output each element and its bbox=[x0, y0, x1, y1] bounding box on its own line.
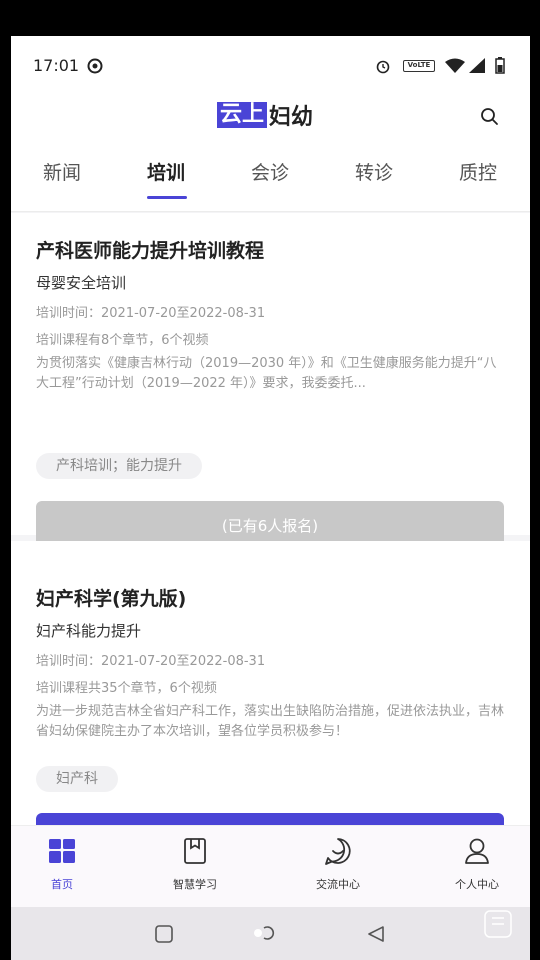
logo-part1: 云上 bbox=[217, 102, 268, 128]
app-screen: 17:01 VoLTE 云上 妇幼 新闻 培训 会诊 转诊 质控 产科医师能力提… bbox=[11, 36, 530, 960]
course-tag: 产科培训；能力提升 bbox=[36, 453, 202, 479]
nav-profile-label: 个人中心 bbox=[455, 878, 499, 891]
chat-icon bbox=[325, 838, 351, 865]
app-header: 云上 妇幼 bbox=[11, 96, 530, 148]
app-logo: 云上 妇幼 bbox=[217, 102, 314, 130]
nav-communication[interactable]: 交流中心 bbox=[293, 836, 383, 892]
course-card[interactable]: 产科医师能力提升培训教程 母婴安全培训 培训时间：2021-07-20至2022… bbox=[11, 213, 530, 551]
course-description: 为进一步规范吉林全省妇产科工作，落实出生缺陷防治措施，促进依法执业，吉林省妇幼保… bbox=[36, 704, 505, 739]
tab-news[interactable]: 新闻 bbox=[32, 158, 92, 185]
home-gesture-icon[interactable] bbox=[249, 922, 283, 944]
nav-smart-learning[interactable]: 智慧学习 bbox=[150, 836, 240, 892]
nav-smart-learning-label: 智慧学习 bbox=[173, 878, 217, 891]
search-icon bbox=[481, 108, 498, 125]
tab-training[interactable]: 培训 bbox=[136, 158, 196, 185]
nav-home-label: 首页 bbox=[51, 878, 73, 891]
home-grid-icon bbox=[49, 839, 75, 863]
course-title: 妇产科学(第九版) bbox=[36, 588, 187, 610]
nav-communication-label: 交流中心 bbox=[316, 878, 360, 891]
signal-icon bbox=[469, 58, 485, 73]
course-card[interactable]: 妇产科学(第九版) 妇产科能力提升 培训时间：2021-07-20至2022-0… bbox=[11, 541, 530, 863]
course-time: 培训时间：2021-07-20至2022-08-31 bbox=[36, 306, 266, 321]
floating-screenshot-icon[interactable] bbox=[483, 909, 513, 939]
sync-icon bbox=[87, 58, 103, 74]
wifi-icon bbox=[445, 58, 465, 73]
nav-home[interactable]: 首页 bbox=[17, 836, 107, 892]
bottom-navigation: 首页 智慧学习 交流中心 个人中心 bbox=[11, 825, 530, 907]
category-tabs: 新闻 培训 会诊 转诊 质控 bbox=[11, 148, 530, 212]
book-icon bbox=[184, 838, 206, 864]
alarm-icon bbox=[376, 60, 390, 74]
course-subtitle: 妇产科能力提升 bbox=[36, 622, 142, 640]
active-tab-indicator bbox=[147, 196, 187, 199]
nav-profile[interactable]: 个人中心 bbox=[432, 836, 522, 892]
course-tag: 妇产科 bbox=[36, 766, 118, 792]
tab-referral[interactable]: 转诊 bbox=[344, 158, 404, 185]
status-bar: 17:01 VoLTE bbox=[11, 36, 530, 96]
course-chapters: 培训课程有8个章节，6个视频 bbox=[36, 333, 209, 348]
course-time: 培训时间：2021-07-20至2022-08-31 bbox=[36, 654, 266, 669]
back-icon[interactable] bbox=[366, 924, 386, 944]
course-subtitle: 母婴安全培训 bbox=[36, 274, 127, 292]
course-title: 产科医师能力提升培训教程 bbox=[36, 240, 265, 262]
course-chapters: 培训课程共35个章节，6个视频 bbox=[36, 681, 217, 696]
tab-consultation[interactable]: 会诊 bbox=[240, 158, 300, 185]
volte-badge: VoLTE bbox=[403, 60, 435, 72]
status-time: 17:01 bbox=[33, 56, 80, 75]
recent-apps-icon[interactable] bbox=[154, 924, 174, 944]
system-navigation-bar bbox=[11, 907, 530, 960]
battery-icon bbox=[495, 57, 505, 74]
course-description: 为贯彻落实《健康吉林行动（2019—2030 年）》和《卫生健康服务能力提升“八… bbox=[36, 356, 497, 391]
person-icon bbox=[465, 838, 489, 864]
search-button[interactable] bbox=[477, 104, 503, 130]
tab-quality-control[interactable]: 质控 bbox=[448, 158, 508, 185]
logo-part2: 妇幼 bbox=[269, 105, 314, 130]
